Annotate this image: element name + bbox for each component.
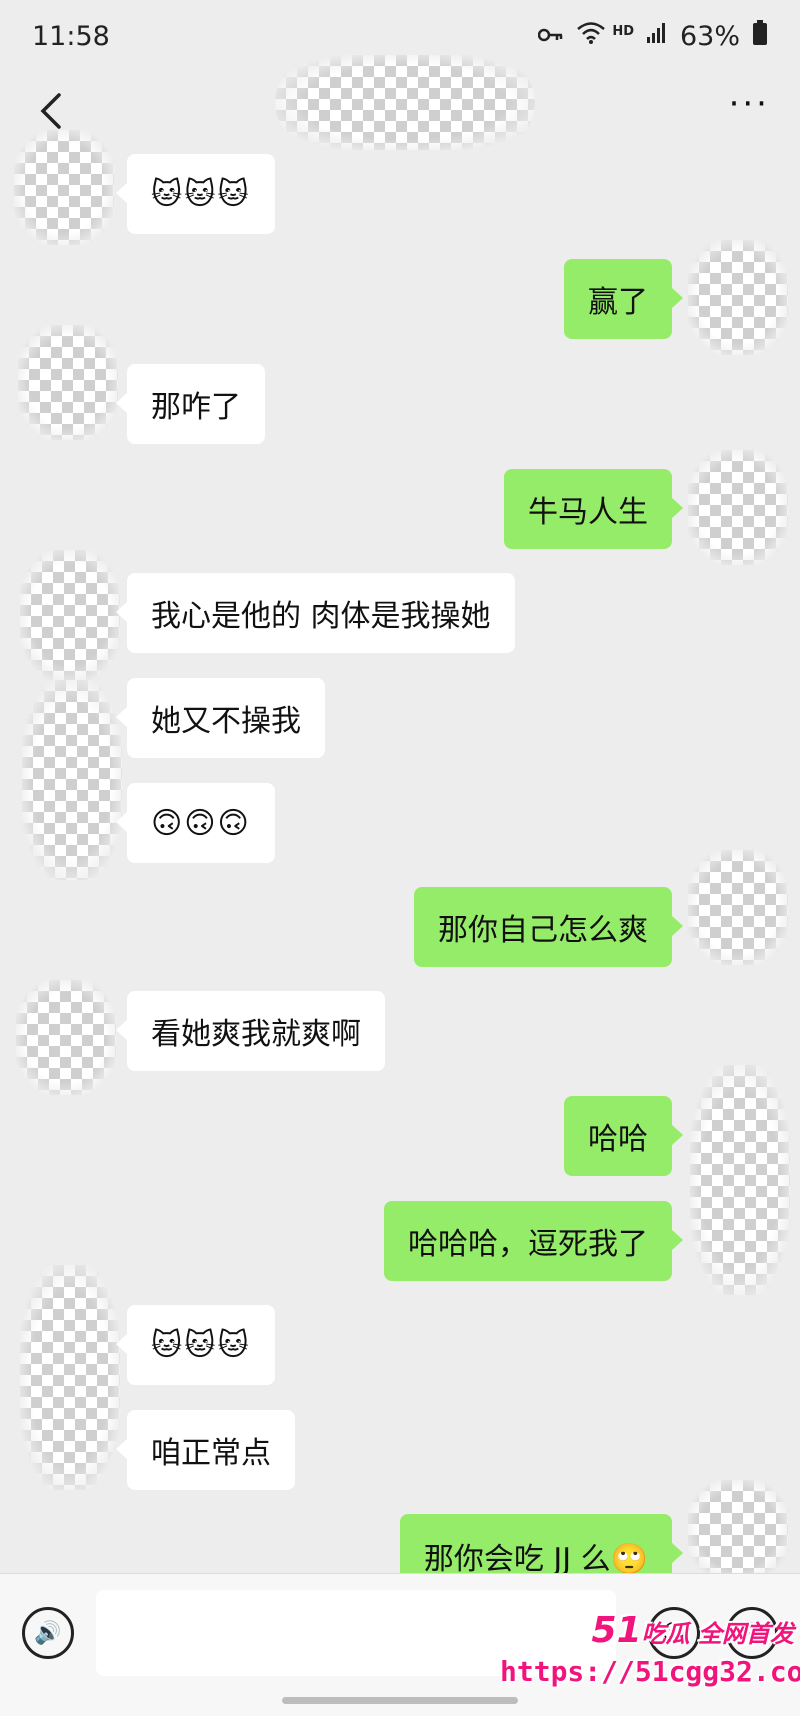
more-dots-icon: ··· (728, 84, 770, 124)
message-text: 看她爽我就爽啊 (151, 1017, 361, 1052)
my-avatar[interactable] (688, 850, 788, 965)
voice-button[interactable]: 🔊 (22, 1607, 74, 1659)
message-bubble-outgoing[interactable]: 赢了 (564, 259, 683, 339)
chat-title-redacted (275, 55, 535, 150)
signal-icon (646, 23, 668, 49)
message-text: 哈哈 (588, 1122, 648, 1157)
message-bubble-outgoing[interactable]: 哈哈 (564, 1096, 683, 1176)
message-bubble-outgoing[interactable]: 那你自己怎么爽 (414, 887, 683, 967)
message-text: 那咋了 (151, 390, 241, 425)
message-text: 她又不操我 (151, 704, 301, 739)
message-text: 牛马人生 (528, 495, 648, 530)
contact-avatar[interactable] (14, 130, 114, 245)
contact-avatar[interactable] (16, 980, 116, 1095)
message-bubble-incoming[interactable]: 她又不操我 (116, 678, 325, 758)
message-text: 那你自己怎么爽 (438, 913, 648, 948)
message-text: 我心是他的 肉体是我操她 (151, 599, 491, 634)
my-avatar[interactable] (688, 1480, 788, 1580)
message-bubble-incoming[interactable]: 那咋了 (116, 364, 265, 444)
message-text: 咱正常点 (151, 1436, 271, 1471)
battery-percent: 63% (679, 20, 740, 52)
contact-avatar[interactable] (20, 1265, 120, 1490)
status-time: 11:58 (32, 20, 110, 52)
watermark: 51吃瓜 全网首发 https://51cgg32.com (500, 1610, 800, 1688)
key-icon (538, 24, 564, 49)
home-indicator[interactable] (282, 1697, 518, 1704)
wifi-icon (576, 21, 606, 51)
contact-avatar[interactable] (20, 550, 120, 680)
contact-avatar[interactable] (18, 325, 118, 440)
my-avatar[interactable] (688, 450, 788, 565)
my-avatar[interactable] (688, 240, 788, 355)
watermark-brand: 51吃瓜 全网首发 (500, 1610, 800, 1651)
cat-emoji: 🐱🐱🐱 (151, 1327, 251, 1363)
message-bubble-incoming[interactable]: 🐱🐱🐱 (116, 1305, 275, 1385)
my-avatar[interactable] (690, 1065, 790, 1295)
message-bubble-incoming[interactable]: 我心是他的 肉体是我操她 (116, 573, 515, 653)
battery-icon (752, 20, 768, 52)
watermark-text: 吃瓜 全网首发 (641, 1620, 794, 1648)
message-text: 赢了 (588, 285, 648, 320)
contact-avatar[interactable] (22, 680, 122, 880)
message-bubble-outgoing[interactable]: 哈哈哈，逗死我了 (384, 1201, 683, 1281)
back-button[interactable] (26, 86, 76, 136)
message-bubble-outgoing[interactable]: 牛马人生 (504, 469, 683, 549)
message-bubble-incoming[interactable]: 咱正常点 (116, 1410, 295, 1490)
upside-down-emoji: 🙃🙃🙃 (151, 805, 251, 841)
message-bubble-incoming[interactable]: 看她爽我就爽啊 (116, 991, 385, 1071)
hd-label: HD (612, 23, 634, 39)
chevron-left-icon (40, 93, 61, 129)
watermark-url: https://51cgg32.com (500, 1655, 800, 1688)
message-bubble-outgoing[interactable]: 那你会吃 JJ 么🙄 (399, 1514, 684, 1577)
message-bubble-incoming[interactable]: 🐱🐱🐱 (116, 154, 275, 234)
more-button[interactable]: ··· (729, 87, 770, 121)
message-text: 哈哈哈，逗死我了 (408, 1227, 648, 1262)
cat-emoji: 🐱🐱🐱 (151, 176, 251, 212)
status-icons: HD 63% (538, 20, 768, 52)
watermark-number: 51 (591, 1610, 642, 1651)
voice-icon: 🔊 (34, 1620, 62, 1646)
message-bubble-incoming[interactable]: 🙃🙃🙃 (116, 783, 275, 863)
message-text: 那你会吃 JJ 么🙄 (423, 1542, 648, 1577)
